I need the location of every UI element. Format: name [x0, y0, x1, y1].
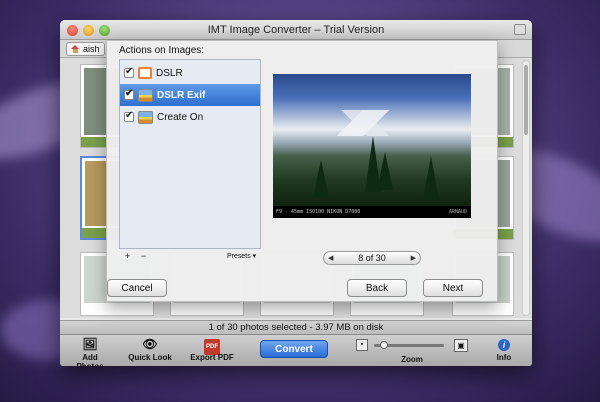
quick-look-label: Quick Look — [128, 353, 172, 362]
add-photos-button[interactable]: 🖼 Add Photos — [68, 337, 112, 366]
window-title: IMT Image Converter – Trial Version — [207, 24, 385, 36]
add-photos-label: Add Photos — [76, 353, 103, 366]
zoom-slider-knob[interactable] — [380, 341, 389, 349]
export-pdf-button[interactable]: PDF Export PDF — [186, 337, 238, 362]
action-checkbox[interactable] — [124, 88, 134, 100]
next-image-button[interactable]: ▶ — [411, 254, 416, 262]
info-button[interactable]: i Info — [484, 337, 524, 362]
previous-image-button[interactable]: ◀ — [328, 254, 333, 262]
zoom-label: Zoom — [401, 355, 423, 364]
bottom-toolbar: 🖼 Add Photos 👁 Quick Look PDF Export PDF… — [60, 334, 532, 366]
info-badge: i — [498, 339, 510, 351]
next-button[interactable]: Next — [423, 279, 483, 297]
action-item-create-on[interactable]: Create On — [120, 106, 260, 128]
exif-text: F9 · 45mm ISO100 NIKON D7000 — [276, 209, 361, 215]
home-folder-button[interactable]: aish — [66, 42, 105, 56]
home-folder-label: aish — [83, 44, 100, 54]
zoom-slider[interactable] — [374, 341, 444, 349]
action-item-dslr-exif[interactable]: DSLR Exif — [120, 84, 260, 106]
image-preview: F9 · 45mm ISO100 NIKON D7000 ARNAUD — [273, 74, 471, 218]
action-label: DSLR — [156, 67, 183, 79]
action-label: Create On — [157, 111, 204, 123]
zoom-in-icon[interactable]: ▣ — [454, 339, 468, 352]
action-label: DSLR Exif — [157, 89, 206, 101]
grid-scrollbar[interactable] — [522, 60, 530, 316]
zoom-out-icon[interactable]: ▪ — [356, 339, 368, 351]
info-icon: i — [484, 337, 524, 351]
presets-menu[interactable]: Presets ▾ — [227, 252, 256, 260]
action-item-dslr[interactable]: DSLR — [120, 62, 260, 84]
add-photos-icon: 🖼 — [82, 337, 98, 351]
home-icon — [71, 45, 80, 53]
info-label: Info — [496, 353, 512, 362]
pdf-icon: PDF — [186, 337, 238, 355]
landscape-icon — [138, 88, 153, 102]
selection-status: 1 of 30 photos selected - 3.97 MB on dis… — [60, 320, 532, 334]
sheet-heading: Actions on Images: — [119, 45, 205, 56]
eye-icon: 👁 — [142, 337, 158, 351]
actions-list: DSLR DSLR Exif Create On — [119, 59, 261, 249]
toolbar-toggle-icon[interactable] — [514, 24, 526, 35]
action-checkbox[interactable] — [124, 110, 134, 122]
pager-text: 8 of 30 — [358, 253, 386, 263]
exif-caption: F9 · 45mm ISO100 NIKON D7000 ARNAUD — [273, 206, 471, 218]
convert-button[interactable]: Convert — [260, 340, 328, 358]
title-bar: IMT Image Converter – Trial Version — [60, 20, 532, 40]
photographer-mark: ARNAUD — [448, 209, 467, 215]
actions-sheet: Actions on Images: DSLR DSLR Exif Create… — [106, 40, 498, 302]
action-checkbox[interactable] — [124, 66, 134, 78]
zoom-control: ▪ ▣ Zoom — [356, 339, 468, 365]
scroll-thumb[interactable] — [524, 65, 528, 135]
preview-pager: ◀ 8 of 30 ▶ — [323, 251, 421, 265]
back-button[interactable]: Back — [347, 279, 407, 297]
landscape-icon — [138, 110, 153, 124]
export-pdf-label: Export PDF — [190, 353, 234, 362]
actions-list-footer: + − Presets ▾ — [119, 251, 261, 263]
add-action-button[interactable]: + — [125, 251, 130, 261]
remove-action-button[interactable]: − — [141, 251, 146, 261]
cancel-button[interactable]: Cancel — [107, 279, 167, 297]
preview-photo — [273, 74, 471, 206]
orange-frame-icon — [138, 67, 152, 79]
quick-look-button[interactable]: 👁 Quick Look — [128, 337, 172, 362]
